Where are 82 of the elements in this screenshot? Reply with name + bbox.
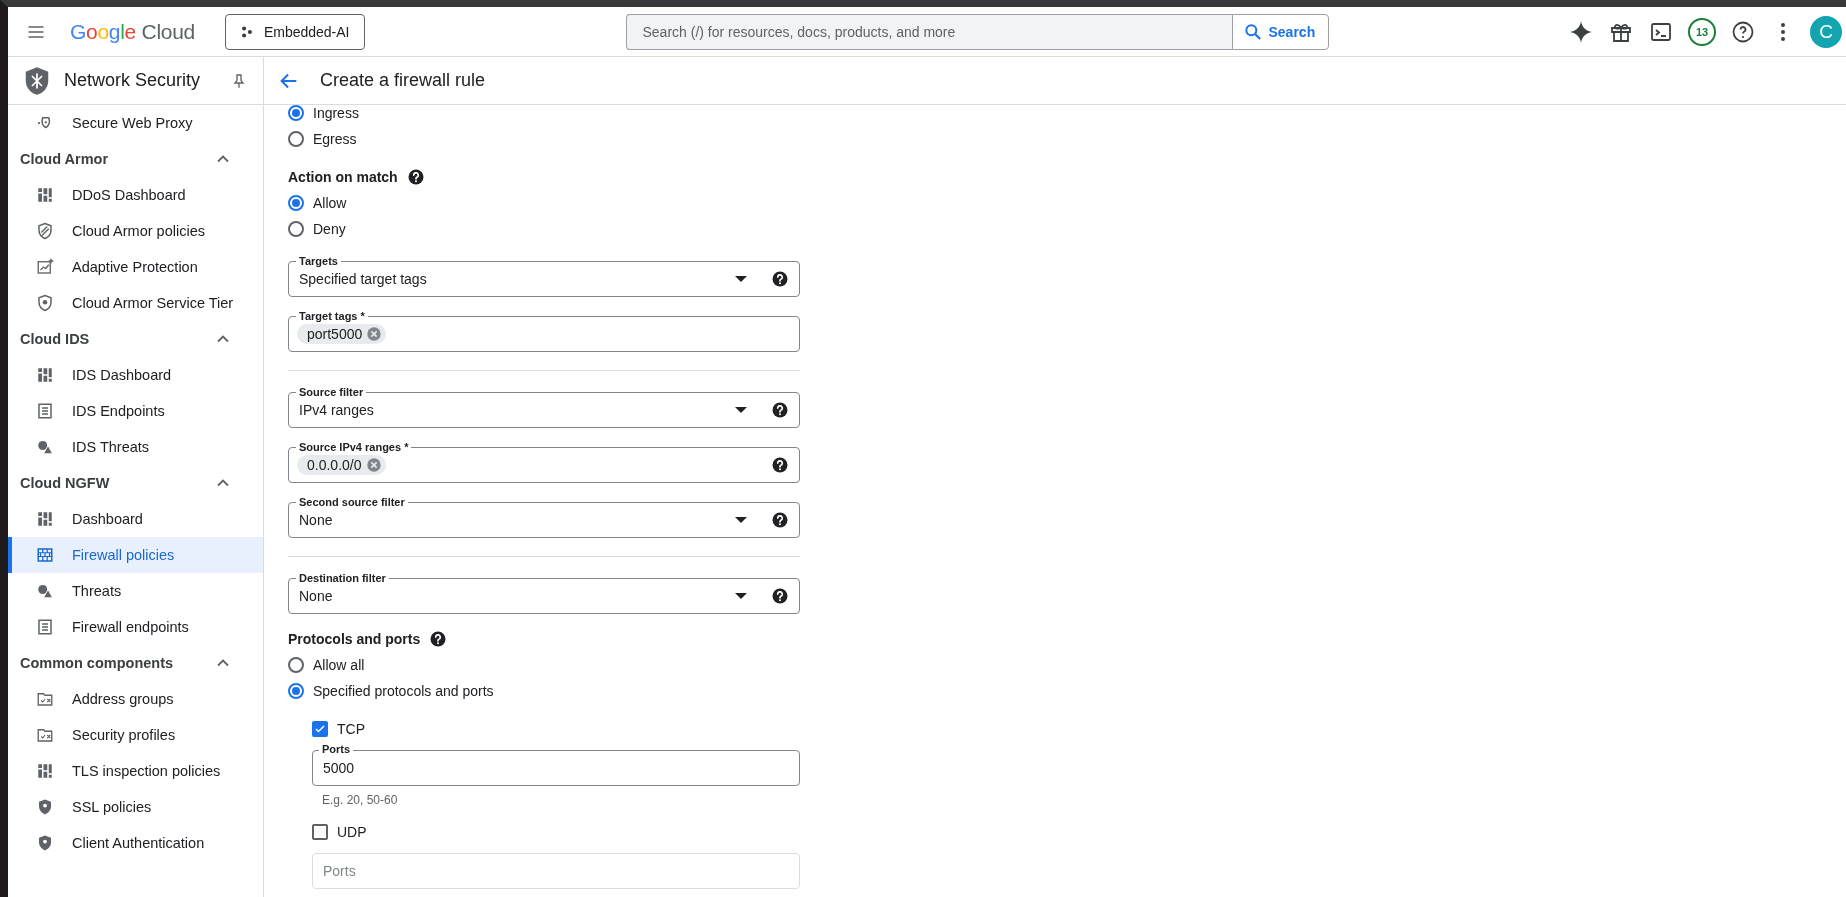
checkbox[interactable]: [312, 721, 328, 737]
sidebar-item[interactable]: SSL policies: [8, 789, 263, 825]
help-icon[interactable]: [771, 270, 789, 288]
sidebar-item[interactable]: Cloud Armor policies: [8, 213, 263, 249]
list-icon: [36, 618, 54, 636]
radio-button[interactable]: [288, 221, 304, 237]
search-button[interactable]: Search: [1231, 13, 1329, 50]
section-header[interactable]: Cloud IDS: [8, 321, 263, 357]
dropdown-caret-icon: [735, 517, 747, 523]
sidebar-item[interactable]: Firewall endpoints: [8, 609, 263, 645]
help-icon[interactable]: [1731, 19, 1755, 44]
checkbox-label[interactable]: TCP: [337, 721, 365, 737]
checkbox[interactable]: [312, 824, 328, 840]
shield-icon: [36, 798, 54, 816]
checkbox-label[interactable]: UDP: [337, 824, 367, 840]
dropdown-caret-icon: [735, 593, 747, 599]
radio-button[interactable]: [288, 657, 304, 673]
tag-chip[interactable]: 0.0.0.0/0: [297, 455, 386, 475]
dots-icon: [239, 24, 254, 39]
sidebar-item[interactable]: Client Authentication: [8, 825, 263, 861]
project-picker[interactable]: Embedded-AI: [224, 13, 365, 50]
sidebar-title: Network Security: [64, 70, 202, 91]
list-icon: [36, 402, 54, 420]
sidebar-item[interactable]: Cloud Armor Service Tier: [8, 285, 263, 321]
logo-text[interactable]: Google Cloud: [70, 19, 195, 44]
sidebar-item[interactable]: IDS Threats: [8, 429, 263, 465]
notification-badge[interactable]: 13: [1688, 17, 1716, 46]
brick-wall-icon: [36, 546, 54, 564]
radio-label[interactable]: Specified protocols and ports: [313, 683, 494, 699]
dashboard-icon: [36, 366, 54, 384]
radio-label[interactable]: Deny: [313, 221, 346, 237]
help-icon[interactable]: [771, 401, 789, 419]
radio-label[interactable]: Allow: [313, 195, 347, 211]
sidebar-item[interactable]: TLS inspection policies: [8, 753, 263, 789]
remove-icon[interactable]: [366, 326, 383, 342]
sidebar-item[interactable]: DDoS Dashboard: [8, 177, 263, 213]
section-label: Action on match: [288, 169, 398, 185]
hint-text: E.g. 20, 50-60: [322, 793, 399, 807]
help-icon[interactable]: [771, 511, 789, 529]
section-header[interactable]: Cloud Armor: [8, 141, 263, 177]
section-label: Protocols and ports: [288, 631, 421, 647]
tag-chip[interactable]: port5000: [297, 324, 387, 344]
section-header[interactable]: Cloud NGFW: [8, 465, 263, 501]
shield-icon: [36, 222, 54, 240]
dashboard-icon: [36, 186, 54, 204]
sidebar-item[interactable]: Dashboard: [8, 501, 263, 537]
sidebar-item[interactable]: Threats: [8, 573, 263, 609]
remove-icon[interactable]: [365, 457, 382, 473]
shield-icon: [36, 294, 54, 312]
sidebar-item[interactable]: IDS Endpoints: [8, 393, 263, 429]
help-icon[interactable]: [406, 168, 425, 186]
radio-button[interactable]: [288, 131, 304, 147]
check-icon: [314, 722, 326, 736]
sidebar-item[interactable]: Firewall policies: [8, 537, 263, 573]
radio-label[interactable]: Egress: [313, 131, 357, 147]
sidebar-item[interactable]: Adaptive Protection: [8, 249, 263, 285]
dashboard-icon: [36, 762, 54, 780]
folder-icon: [36, 690, 54, 708]
shield-icon: [36, 834, 54, 852]
dropdown-caret-icon: [735, 276, 747, 282]
dashboard-icon: [36, 510, 54, 528]
radio-button[interactable]: [288, 195, 304, 211]
chart-icon: [36, 258, 54, 276]
section-header[interactable]: Common components: [8, 645, 263, 681]
field-label: Ports: [319, 742, 354, 756]
dropdown-caret-icon: [735, 407, 747, 413]
sidebar-item[interactable]: IDS Dashboard: [8, 357, 263, 393]
radio-label[interactable]: Ingress: [313, 105, 359, 121]
pin-icon[interactable]: [231, 72, 247, 89]
radio-button[interactable]: [288, 105, 304, 121]
page-title: Create a firewall rule: [320, 70, 486, 91]
sidebar-item[interactable]: Secure Web Proxy: [8, 105, 263, 141]
radio-label[interactable]: Allow all: [313, 657, 365, 673]
radio-button[interactable]: [288, 683, 304, 699]
folder-icon: [36, 726, 54, 744]
search-icon: [1242, 21, 1263, 42]
help-icon[interactable]: [771, 587, 789, 605]
sidebar-item[interactable]: Security profiles: [8, 717, 263, 753]
search-field[interactable]: Search (/) for resources, docs, products, and more: [625, 13, 1232, 50]
help-icon[interactable]: [771, 456, 789, 474]
help-icon[interactable]: [429, 630, 448, 648]
sidebar-item[interactable]: Address groups: [8, 681, 263, 717]
